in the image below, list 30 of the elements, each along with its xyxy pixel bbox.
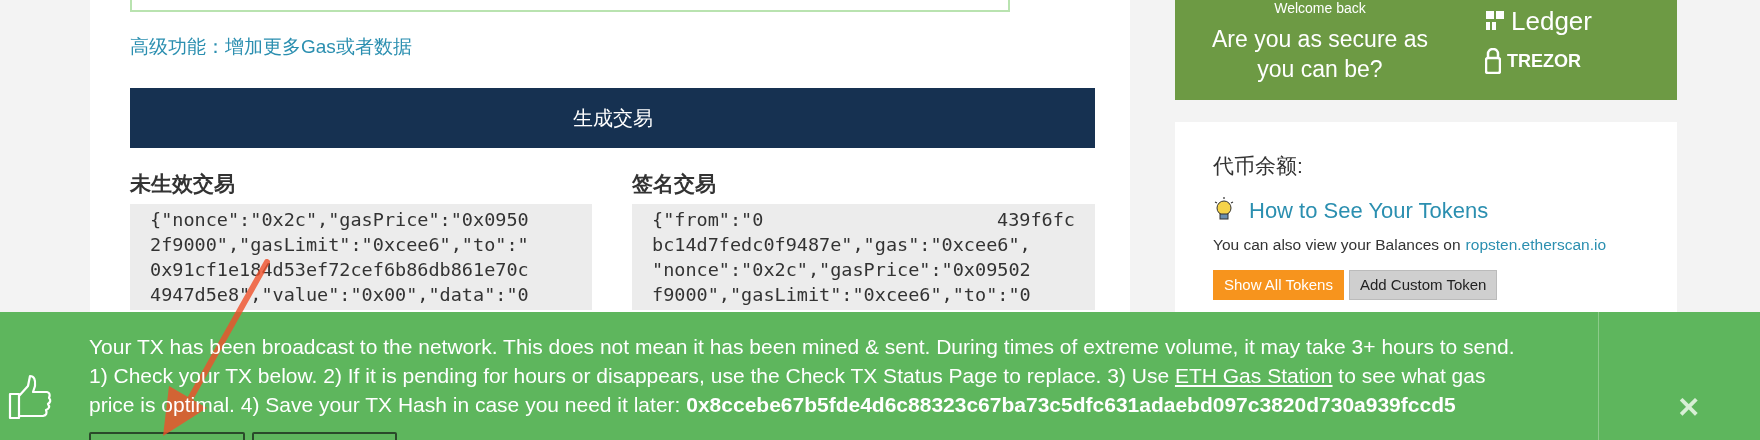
promo-headline: Are you as secure as you can be? [1210, 25, 1430, 84]
thumbs-up-icon [8, 374, 52, 420]
padlock-icon [1485, 48, 1501, 74]
close-button[interactable]: ✕ [1670, 390, 1706, 426]
code-line: "nonce":"0x2c","gasPrice":"0x09502 [652, 258, 1032, 282]
code-line: {"nonce":"0x2c","gasPrice":"0x0950 [150, 208, 530, 232]
promo-banner[interactable]: Welcome back Are you as secure as you can be? Ledger TREZOR [1175, 0, 1677, 100]
raw-transaction-heading: 未生效交易 [130, 171, 236, 196]
signed-transaction-heading: 签名交易 [632, 171, 717, 196]
code-fragment: 439f6fc [997, 208, 1075, 232]
gas-station-link[interactable]: ETH Gas Station [1174, 364, 1333, 387]
advanced-link[interactable]: 高级功能：增加更多Gas或者数据 [130, 34, 1095, 60]
ledger-logo-icon [1485, 10, 1505, 31]
generate-button[interactable]: 生成交易 [130, 88, 1095, 148]
code-line: f9000","gasLimit":"0xcee6","to":"0 [652, 283, 1032, 307]
brand-name: TREZOR [1507, 49, 1581, 73]
help-link[interactable]: How to See Your Tokens [1249, 193, 1489, 227]
balances-note: You can also view your Balances on [1213, 234, 1461, 255]
code-fragment: {"from":"0 [652, 208, 764, 232]
code-line: 2f9000","gasLimit":"0xcee6","to":" [150, 233, 530, 257]
code-line: bc14d7fedc0f9487e","gas":"0xcee6", [652, 233, 1032, 257]
add-token-button[interactable]: Add Custom Token [1348, 269, 1498, 300]
etherscan-link[interactable]: ropsten.etherscan.io [1465, 232, 1607, 256]
show-tokens-button[interactable]: Show All Tokens [1213, 269, 1344, 300]
input-field[interactable] [130, 0, 1010, 12]
welcome-text: Welcome back [1274, 0, 1366, 16]
signed-transaction-field[interactable]: {"from":"0 439f6fc bc14d7fedc0f9487e","gas":"0xcee6", "nonce":"0x2c","gasPrice":"0x09502 f9000","gasLimit":"0xcee6","to":"0 [632, 204, 1095, 310]
brand-name: Ledger [1511, 7, 1592, 34]
lightbulb-icon [1213, 197, 1235, 223]
token-balance-title: 代币余额: [1213, 153, 1304, 179]
